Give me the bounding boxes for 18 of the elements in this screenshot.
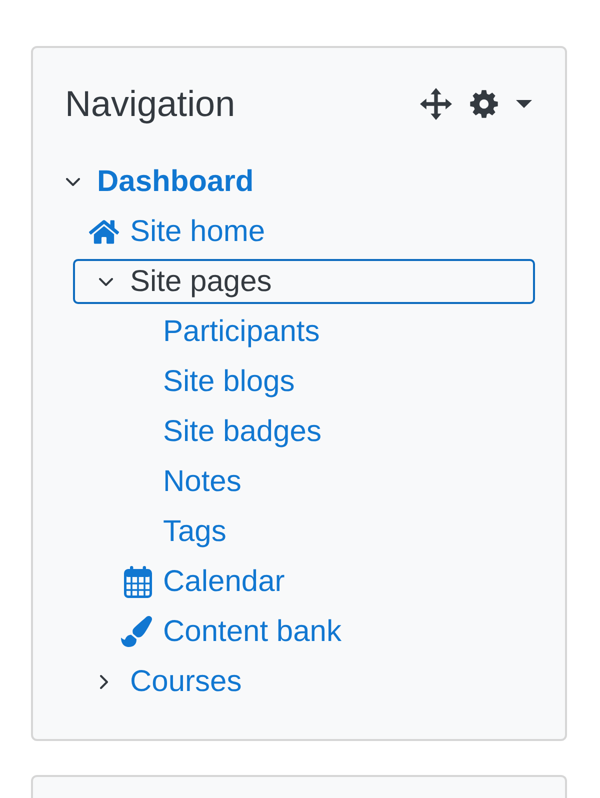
tree-item[interactable]: Content bank xyxy=(119,609,342,654)
move-icon[interactable] xyxy=(420,88,452,120)
paintbrush-icon xyxy=(121,616,152,647)
tree-item[interactable]: Courses xyxy=(86,659,242,704)
block-title: Navigation xyxy=(65,82,236,126)
tree-item[interactable]: Tags xyxy=(163,509,226,554)
tree-item[interactable]: Site home xyxy=(86,209,266,254)
house-icon xyxy=(89,220,119,244)
tree-item[interactable]: Participants xyxy=(163,309,320,354)
calendar-icon xyxy=(124,566,152,598)
caret-icon[interactable] xyxy=(516,100,532,108)
tree-item[interactable]: Dashboard xyxy=(53,159,254,204)
tree-item[interactable]: Notes xyxy=(163,459,242,504)
tree-item[interactable]: Site pages xyxy=(73,259,535,304)
tree-item[interactable]: Site blogs xyxy=(163,359,295,404)
tree-item[interactable]: Site badges xyxy=(163,409,322,454)
settings-icon[interactable] xyxy=(470,90,498,118)
tree-item[interactable]: Calendar xyxy=(119,559,285,604)
